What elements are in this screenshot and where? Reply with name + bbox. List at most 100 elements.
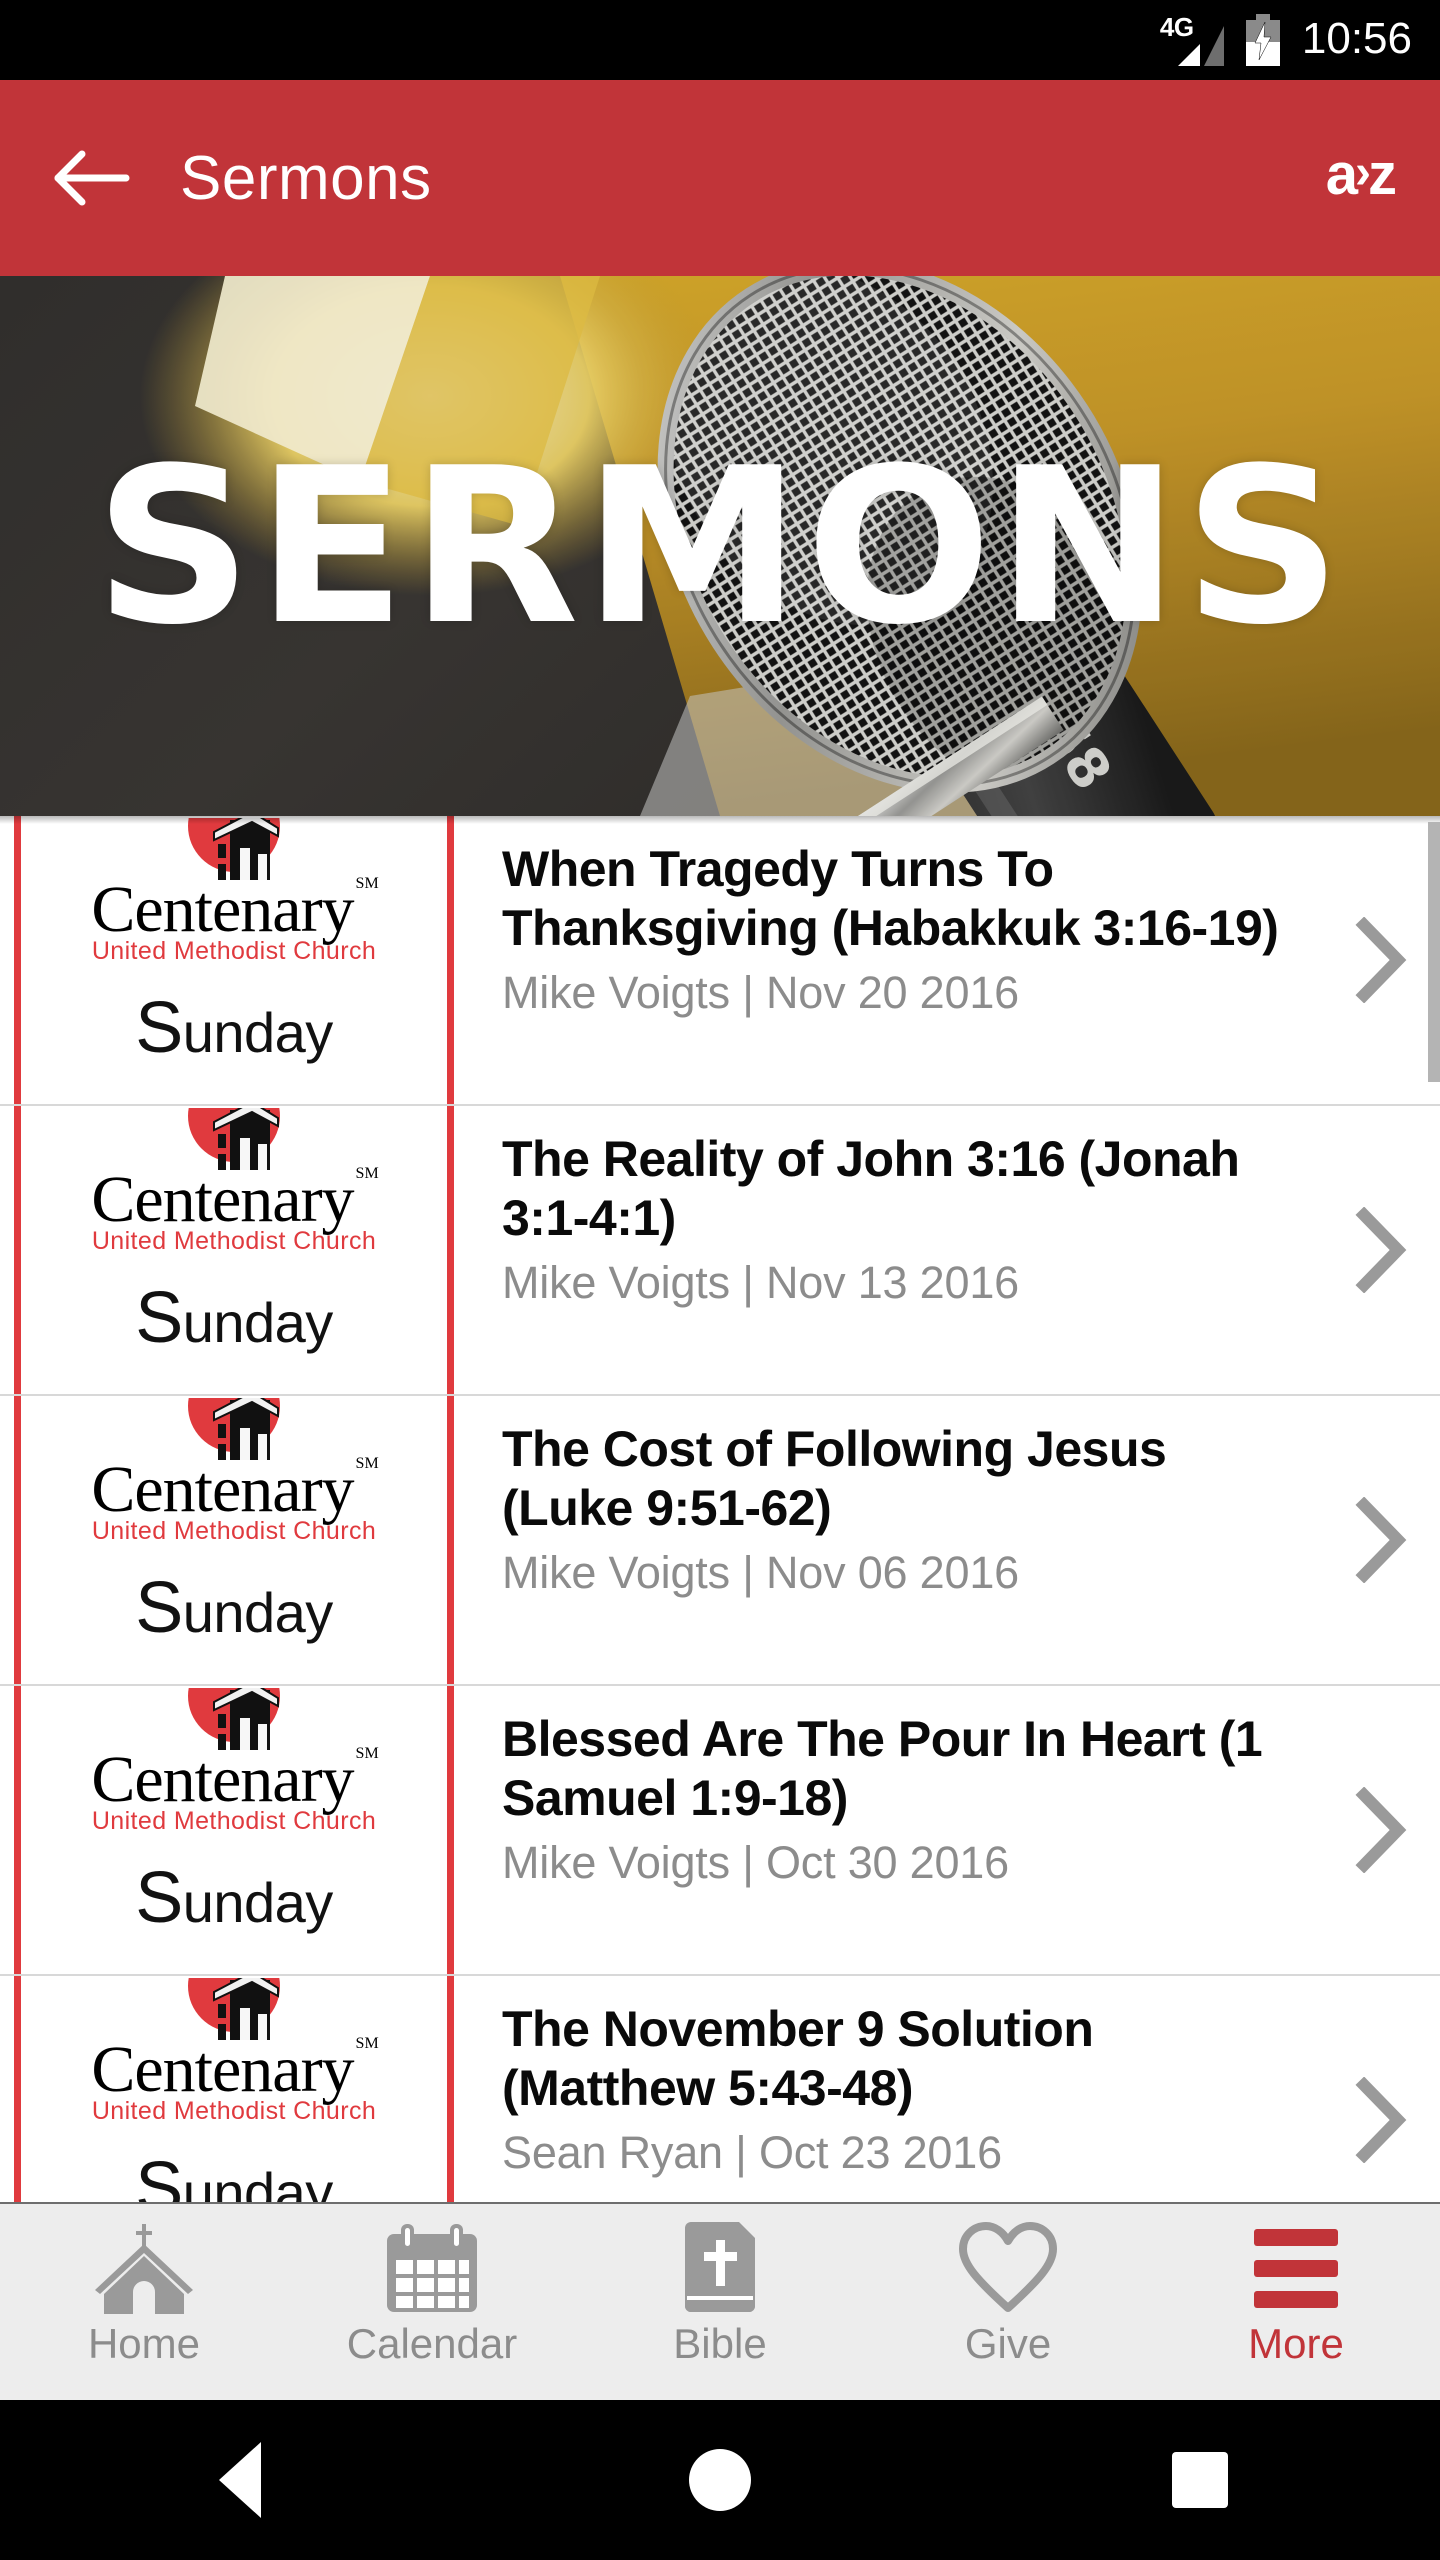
battery-charging-icon bbox=[1245, 14, 1280, 66]
thumbnail-left-bar bbox=[14, 1396, 21, 1684]
thumbnail-left-bar bbox=[14, 816, 21, 1104]
thumbnail-left-bar bbox=[14, 1686, 21, 1974]
tab-give[interactable]: Give bbox=[864, 2204, 1152, 2400]
sermon-info: The November 9 Solution (Matthew 5:43-48… bbox=[460, 1976, 1320, 2202]
chevron-right-icon: › bbox=[1355, 146, 1371, 199]
row-chevron-button[interactable] bbox=[1320, 816, 1440, 1104]
church-steeple-icon bbox=[174, 1396, 294, 1460]
chevron-right-icon bbox=[1355, 1207, 1407, 1293]
tab-more[interactable]: More bbox=[1152, 2204, 1440, 2400]
logo-sunday-line: Sunday bbox=[135, 1277, 333, 1358]
back-arrow-icon bbox=[54, 150, 130, 206]
logo-sunday-line: Sunday bbox=[135, 1567, 333, 1648]
list-scrollbar[interactable] bbox=[1428, 822, 1440, 1082]
logo-sunday-line: Sunday bbox=[135, 1857, 333, 1938]
thumbnail-left-bar bbox=[14, 1976, 21, 2202]
logo-sm-mark: SM bbox=[355, 2035, 379, 2052]
sermon-info: When Tragedy Turns To Thanksgiving (Haba… bbox=[460, 816, 1320, 1104]
tab-calendar[interactable]: Calendar bbox=[288, 2204, 576, 2400]
status-bar-clock: 10:56 bbox=[1301, 13, 1412, 63]
table-row[interactable]: Centenary SM United Methodist Church Sund… bbox=[0, 1976, 1440, 2202]
android-home-button[interactable] bbox=[620, 2400, 820, 2560]
chevron-right-icon bbox=[1355, 917, 1407, 1003]
church-steeple-icon bbox=[174, 816, 294, 880]
page-title: Sermons bbox=[180, 143, 432, 213]
tab-bible[interactable]: Bible bbox=[576, 2204, 864, 2400]
centenary-logo: Centenary SM United Methodist Church Sund… bbox=[24, 1686, 444, 1938]
thumbnail-right-bar bbox=[447, 816, 454, 1104]
sermon-thumbnail: Centenary SM United Methodist Church Sund… bbox=[0, 1396, 460, 1684]
bible-icon bbox=[677, 2222, 763, 2314]
status-bar-icons: 4G 10:56 bbox=[1160, 12, 1412, 66]
status-bar: 4G 10:56 bbox=[0, 0, 1440, 80]
logo-name: Centenary SM bbox=[91, 1743, 379, 1816]
logo-sm-mark: SM bbox=[355, 1165, 379, 1182]
sermon-title: Blessed Are The Pour In Heart (1 Samuel … bbox=[502, 1711, 1263, 1826]
logo-name: Centenary SM bbox=[91, 1453, 379, 1526]
centenary-logo: Centenary SM United Methodist Church Sund… bbox=[24, 1976, 444, 2202]
chevron-right-icon bbox=[1355, 1787, 1407, 1873]
sermon-title: The Cost of Following Jesus (Luke 9:51-6… bbox=[502, 1421, 1167, 1536]
table-row[interactable]: Centenary SM United Methodist Church Sund… bbox=[0, 1396, 1440, 1686]
church-steeple-icon bbox=[174, 1686, 294, 1750]
thumbnail-left-bar bbox=[14, 1106, 21, 1394]
sermon-thumbnail: Centenary SM United Methodist Church Sund… bbox=[0, 1976, 460, 2202]
sermon-title: The November 9 Solution (Matthew 5:43-48… bbox=[502, 2001, 1094, 2116]
row-chevron-button[interactable] bbox=[1320, 1106, 1440, 1394]
sermon-meta: Mike Voigts | Nov 13 2016 bbox=[502, 1257, 1019, 1308]
android-back-button[interactable] bbox=[140, 2400, 340, 2560]
table-row[interactable]: Centenary SM United Methodist Church Sund… bbox=[0, 1106, 1440, 1396]
android-recents-icon bbox=[1172, 2452, 1228, 2508]
thumbnail-right-bar bbox=[447, 1396, 454, 1684]
heart-icon bbox=[957, 2222, 1059, 2314]
tab-label: Home bbox=[87, 2320, 201, 2367]
sermon-title: The Reality of John 3:16 (Jonah 3:1-4:1) bbox=[502, 1131, 1240, 1246]
row-chevron-button[interactable] bbox=[1320, 1976, 1440, 2202]
sermon-list: Centenary SM United Methodist Church Sund… bbox=[0, 816, 1440, 2202]
thumbnail-right-bar bbox=[447, 1106, 454, 1394]
android-recents-button[interactable] bbox=[1100, 2400, 1300, 2560]
thumbnail-right-bar bbox=[447, 1686, 454, 1974]
row-chevron-button[interactable] bbox=[1320, 1396, 1440, 1684]
chevron-right-icon bbox=[1355, 1497, 1407, 1583]
sermon-meta: Mike Voigts | Nov 06 2016 bbox=[502, 1547, 1019, 1598]
logo-sunday-line: Sunday bbox=[135, 987, 333, 1068]
church-steeple-icon bbox=[174, 1106, 294, 1170]
app-bar: Sermons a › z bbox=[0, 80, 1440, 276]
table-row[interactable]: Centenary SM United Methodist Church Sund… bbox=[0, 1686, 1440, 1976]
tab-label: Give bbox=[964, 2320, 1052, 2367]
logo-name: Centenary SM bbox=[91, 2033, 379, 2106]
bottom-tab-bar: Home Calendar Bible Give More bbox=[0, 2202, 1440, 2400]
row-chevron-button[interactable] bbox=[1320, 1686, 1440, 1974]
centenary-logo: Centenary SM United Methodist Church Sund… bbox=[24, 816, 444, 1068]
logo-name: Centenary SM bbox=[91, 1163, 379, 1236]
signal-bars-icon: 4G bbox=[1160, 12, 1224, 66]
logo-sunday-line: Sunday bbox=[135, 2147, 333, 2202]
sermon-meta: Mike Voigts | Nov 20 2016 bbox=[502, 967, 1019, 1018]
hero-title: SERMONS bbox=[94, 420, 1346, 672]
tab-home[interactable]: Home bbox=[0, 2204, 288, 2400]
tab-label: More bbox=[1248, 2320, 1344, 2367]
charging-bolt-icon bbox=[1254, 22, 1272, 60]
tab-label: Calendar bbox=[346, 2320, 518, 2367]
sermon-info: Blessed Are The Pour In Heart (1 Samuel … bbox=[460, 1686, 1320, 1974]
hero-banner[interactable]: SM58 SERMONS bbox=[0, 276, 1440, 816]
sermon-info: The Reality of John 3:16 (Jonah 3:1-4:1)… bbox=[460, 1106, 1320, 1394]
logo-name: Centenary SM bbox=[91, 873, 379, 946]
table-row[interactable]: Centenary SM United Methodist Church Sund… bbox=[0, 816, 1440, 1106]
app-screen: 4G 10:56 Sermons a › z SERMONS Centenary… bbox=[0, 0, 1440, 2560]
sort-z-label: z bbox=[1368, 142, 1397, 207]
sort-alphabetical-button[interactable]: a › z bbox=[1325, 142, 1397, 210]
thumbnail-right-bar bbox=[447, 1976, 454, 2202]
sort-a-label: a bbox=[1325, 142, 1358, 207]
sermon-title: When Tragedy Turns To Thanksgiving (Haba… bbox=[502, 841, 1279, 956]
tab-label: Bible bbox=[673, 2320, 767, 2367]
logo-sm-mark: SM bbox=[355, 875, 379, 892]
logo-sm-mark: SM bbox=[355, 1455, 379, 1472]
hamburger-icon bbox=[1254, 2222, 1338, 2314]
signal-triangle-icon bbox=[1177, 26, 1224, 66]
sermon-meta: Sean Ryan | Oct 23 2016 bbox=[502, 2127, 1002, 2178]
back-button[interactable] bbox=[48, 135, 134, 221]
android-back-icon bbox=[219, 2442, 261, 2518]
centenary-logo: Centenary SM United Methodist Church Sund… bbox=[24, 1396, 444, 1648]
